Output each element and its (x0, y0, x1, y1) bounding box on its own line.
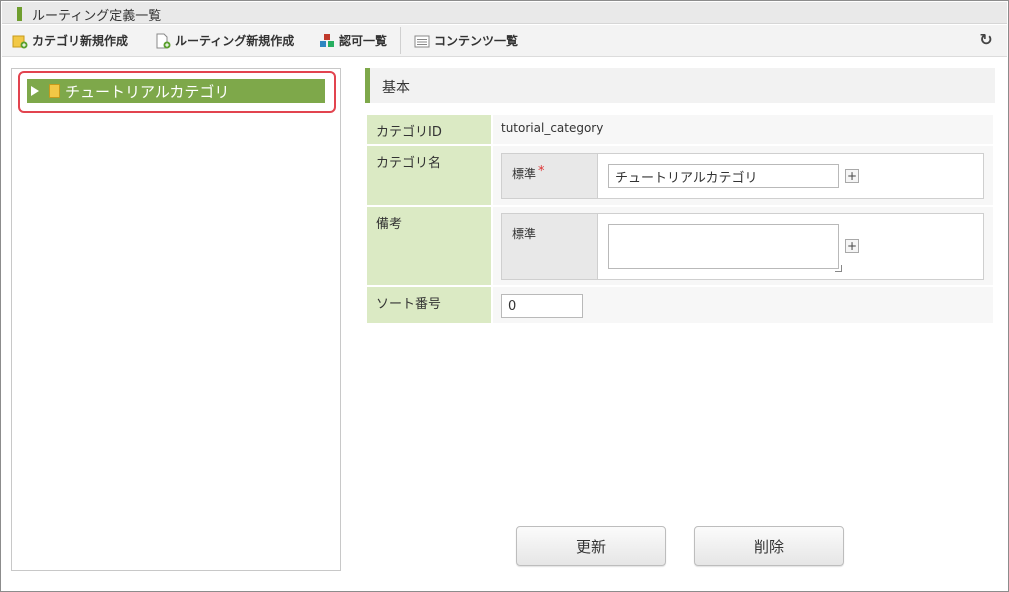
content-list-button[interactable]: コンテンツ一覧 (414, 25, 518, 56)
category-name-cell: 標準* + (493, 146, 993, 205)
expand-arrow-icon[interactable] (31, 86, 39, 96)
refresh-icon: ↻ (979, 30, 993, 49)
category-id-cell: tutorial_category (493, 115, 993, 144)
remarks-label: 備考 (367, 207, 491, 285)
page-title: ルーティング定義一覧 (32, 9, 162, 24)
category-name-label: カテゴリ名 (367, 146, 491, 205)
window-frame: ルーティング定義一覧 カテゴリ新規作成 ルーティング新規作成 認可一覧 コンテン… (0, 0, 1009, 592)
title-mark (17, 7, 22, 21)
tree-node-label: チュートリアルカテゴリ (65, 82, 230, 101)
add-locale-button[interactable]: + (845, 169, 859, 183)
category-name-locale-table: 標準* + (501, 153, 984, 199)
remarks-textarea[interactable] (608, 224, 839, 269)
add-routing-button[interactable]: ルーティング新規作成 (155, 25, 294, 56)
remarks-locale-table: 標準 + (501, 213, 984, 280)
required-mark: * (538, 164, 545, 179)
refresh-button[interactable]: ↻ (977, 31, 995, 49)
toolbar: カテゴリ新規作成 ルーティング新規作成 認可一覧 コンテンツ一覧 ↻ (2, 25, 1007, 57)
remarks-cell: 標準 + (493, 207, 993, 285)
plus-icon: + (846, 169, 858, 183)
category-id-value: tutorial_category (501, 121, 604, 135)
authorization-list-button[interactable]: 認可一覧 (319, 25, 387, 56)
add-category-button[interactable]: カテゴリ新規作成 (12, 25, 128, 56)
resize-grip-icon[interactable] (835, 265, 842, 272)
add-document-icon (155, 33, 171, 49)
locale-standard-label: 標準 (512, 167, 537, 181)
folder-icon (49, 84, 60, 98)
remarks-locale-label: 標準 (502, 214, 598, 279)
section-title: 基本 (382, 80, 410, 96)
category-name-locale-label: 標準 * (502, 154, 598, 198)
sort-number-cell (493, 287, 993, 323)
category-name-input[interactable] (608, 164, 839, 188)
add-remarks-locale-button[interactable]: + (845, 239, 859, 253)
update-button[interactable]: 更新 (516, 526, 666, 566)
tree-node-tutorial-category[interactable]: チュートリアルカテゴリ (27, 79, 325, 103)
add-category-icon (12, 33, 28, 49)
blocks-icon (319, 33, 335, 49)
category-id-label: カテゴリID (367, 115, 491, 144)
add-category-label: カテゴリ新規作成 (32, 34, 129, 48)
sort-number-input[interactable] (501, 294, 583, 318)
toolbar-separator (400, 27, 401, 54)
category-tree-pane: チュートリアルカテゴリ (11, 68, 341, 571)
sort-number-label: ソート番号 (367, 287, 491, 323)
authorization-list-label: 認可一覧 (339, 34, 388, 48)
plus-icon: + (846, 239, 858, 253)
content-list-label: コンテンツ一覧 (434, 34, 519, 48)
add-routing-label: ルーティング新規作成 (175, 34, 295, 48)
title-bar: ルーティング定義一覧 (2, 2, 1007, 24)
list-icon (414, 33, 430, 49)
delete-button[interactable]: 削除 (694, 526, 844, 566)
section-header: 基本 (365, 68, 995, 103)
